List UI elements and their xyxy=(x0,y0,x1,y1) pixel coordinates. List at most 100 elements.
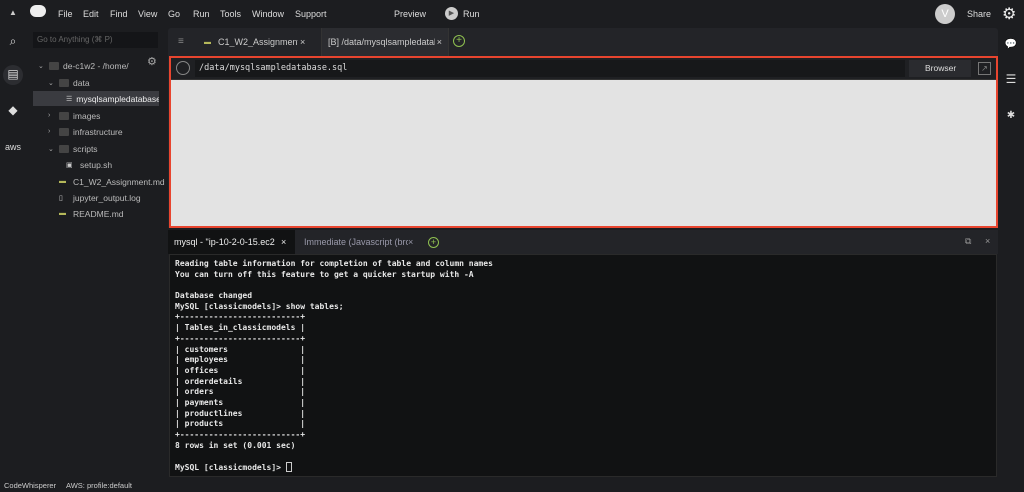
terminal-line: MySQL [classicmodels]> show tables; xyxy=(175,301,344,311)
folder-icon xyxy=(49,61,59,70)
collapse-icon[interactable]: ▲ xyxy=(9,8,17,17)
terminal-line: | products | xyxy=(175,419,306,429)
file-tree: Go to Anything (⌘ P) ⚙ ⌄ de-c1w2 - /home/… xyxy=(26,28,166,480)
settings-gear-icon[interactable]: ⚙ xyxy=(1002,4,1016,24)
menu-support[interactable]: Support xyxy=(295,9,327,19)
terminal-line: +-------------------------+ xyxy=(175,312,306,322)
search-icon[interactable]: ⌕ xyxy=(4,32,22,50)
terminal-line: | orders | xyxy=(175,387,306,397)
close-icon[interactable]: × xyxy=(408,237,413,247)
aws-profile-status[interactable]: AWS: profile:default xyxy=(66,481,132,490)
debugger-bug-icon[interactable]: ✱ xyxy=(1002,107,1020,125)
folder-icon xyxy=(59,111,69,120)
terminal-line: MySQL [classicmodels]> xyxy=(175,462,493,473)
browser-address-bar: /data/mysqlsampledatabase.sql Browser ↗ xyxy=(171,58,996,80)
close-panel-icon[interactable]: × xyxy=(985,236,990,246)
terminal-line: +-------------------------+ xyxy=(175,430,306,439)
close-icon[interactable]: × xyxy=(300,37,305,47)
outline-icon[interactable]: ☰ xyxy=(1002,70,1020,88)
chevron-down-icon: ⌄ xyxy=(38,62,44,70)
terminal-line: Database changed xyxy=(175,291,253,301)
terminal[interactable]: Reading table information for completion… xyxy=(169,254,997,477)
terminal-line: You can turn off this feature to get a q… xyxy=(175,269,474,279)
chevron-down-icon: ⌄ xyxy=(48,79,54,87)
tree-item-label: README.md xyxy=(73,208,124,219)
menu-go[interactable]: Go xyxy=(168,9,180,19)
tab-menu-icon[interactable]: ≡ xyxy=(178,36,184,47)
run-button[interactable]: Run xyxy=(463,9,480,19)
markdown-icon: ▬ xyxy=(59,178,66,185)
terminal-cursor xyxy=(285,462,292,473)
menu-find[interactable]: Find xyxy=(110,9,128,19)
tree-item-readme[interactable]: ▬ README.md xyxy=(59,206,124,221)
menu-view[interactable]: View xyxy=(138,9,157,19)
tree-item-label: setup.sh xyxy=(80,159,113,170)
database-icon: ☰ xyxy=(66,95,73,103)
aws-icon[interactable]: aws xyxy=(4,138,22,156)
tree-item-label: mysqlsampledatabase.sql xyxy=(76,93,159,104)
terminal-line: | Tables_in_classicmodels | xyxy=(175,323,306,333)
menu-edit[interactable]: Edit xyxy=(83,9,99,19)
share-button[interactable]: Share xyxy=(967,9,991,19)
tree-item-setup-sh[interactable]: ▣ setup.sh xyxy=(66,157,112,172)
avatar[interactable]: V xyxy=(935,4,955,24)
menu-window[interactable]: Window xyxy=(252,9,284,19)
tree-item-images[interactable]: › images xyxy=(48,108,100,123)
menu-bar: ▲ File Edit Find View Go Run Tools Windo… xyxy=(0,0,1024,28)
codewhisperer-status[interactable]: CodeWhisperer xyxy=(4,481,56,490)
maximize-icon[interactable]: ⧉ xyxy=(965,236,971,247)
url-input[interactable]: /data/mysqlsampledatabase.sql xyxy=(195,60,905,77)
close-icon[interactable]: × xyxy=(281,237,286,247)
chevron-right-icon: › xyxy=(48,128,51,135)
close-icon[interactable]: × xyxy=(437,37,442,47)
tree-item-c1w2-assignment[interactable]: ▬ C1_W2_Assignment.md xyxy=(59,174,166,189)
tab-c1w2-assignment[interactable]: ▬ C1_W2_Assignment.md× xyxy=(198,28,316,56)
markdown-icon: ▬ xyxy=(59,210,66,217)
folder-icon xyxy=(59,127,69,136)
git-icon[interactable]: ◆ xyxy=(4,101,22,119)
menu-file[interactable]: File xyxy=(58,9,73,19)
preview-button[interactable]: Preview xyxy=(394,9,426,19)
tab-immediate[interactable]: Immediate (Javascript (browser))× xyxy=(298,230,422,254)
popout-icon[interactable]: ↗ xyxy=(978,62,991,75)
terminal-line: | employees | xyxy=(175,355,306,365)
markdown-icon: ▬ xyxy=(204,38,211,46)
terminal-line: | offices | xyxy=(175,365,306,375)
menu-run[interactable]: Run xyxy=(193,9,210,19)
tree-item-root[interactable]: ⌄ de-c1w2 - /home/ xyxy=(38,58,129,73)
tree-item-mysqlsampledatabase[interactable]: ☰mysqlsampledatabase.sql xyxy=(33,91,159,106)
terminal-line: | productlines | xyxy=(175,408,306,418)
new-tab-plus-icon[interactable]: + xyxy=(453,35,465,47)
folder-icon xyxy=(59,78,69,87)
tab-label: C1_W2_Assignment.md xyxy=(218,37,298,47)
file-icon: ▯ xyxy=(59,194,63,202)
run-icon[interactable]: ▶ xyxy=(445,7,458,20)
tree-item-label: data xyxy=(73,77,90,88)
tree-item-label: de-c1w2 - /home/ xyxy=(63,60,129,71)
browser-preview-panel: /data/mysqlsampledatabase.sql Browser ↗ xyxy=(169,56,998,228)
refresh-icon[interactable] xyxy=(176,61,190,75)
go-to-anything-input[interactable]: Go to Anything (⌘ P) xyxy=(33,32,158,48)
tree-item-infrastructure[interactable]: › infrastructure xyxy=(48,124,123,139)
tree-item-data[interactable]: ⌄ data xyxy=(48,75,90,90)
browser-dropdown-button[interactable]: Browser xyxy=(909,60,971,77)
tree-item-label: infrastructure xyxy=(73,126,123,137)
tab-label: mysql - "ip-10-2-0-15.ec2 xyxy=(174,237,275,247)
folder-icon xyxy=(59,144,69,153)
tree-item-label: scripts xyxy=(73,143,98,154)
new-terminal-plus-icon[interactable]: + xyxy=(428,237,439,248)
menu-tools[interactable]: Tools xyxy=(220,9,241,19)
terminal-line: | customers | xyxy=(175,344,306,354)
terminal-line: 8 rows in set (0.001 sec) xyxy=(175,440,296,450)
collaborate-chat-icon[interactable]: 💬 xyxy=(1002,36,1020,54)
tree-item-jupyter-log[interactable]: ▯ jupyter_output.log xyxy=(59,190,141,205)
terminal-output: Reading table information for completion… xyxy=(175,259,493,473)
tab-mysql-terminal[interactable]: mysql - "ip-10-2-0-15.ec2 × xyxy=(168,230,295,254)
tab-browser-preview[interactable]: [B] /data/mysqlsampledatabase.sql× xyxy=(321,28,449,56)
tree-settings-gear-icon[interactable]: ⚙ xyxy=(147,55,157,68)
environment-files-icon[interactable]: ▤ xyxy=(3,65,23,85)
tree-item-scripts[interactable]: ⌄ scripts xyxy=(48,141,98,156)
cloud9-logo-icon[interactable] xyxy=(30,5,46,17)
tree-item-label: images xyxy=(73,110,101,121)
